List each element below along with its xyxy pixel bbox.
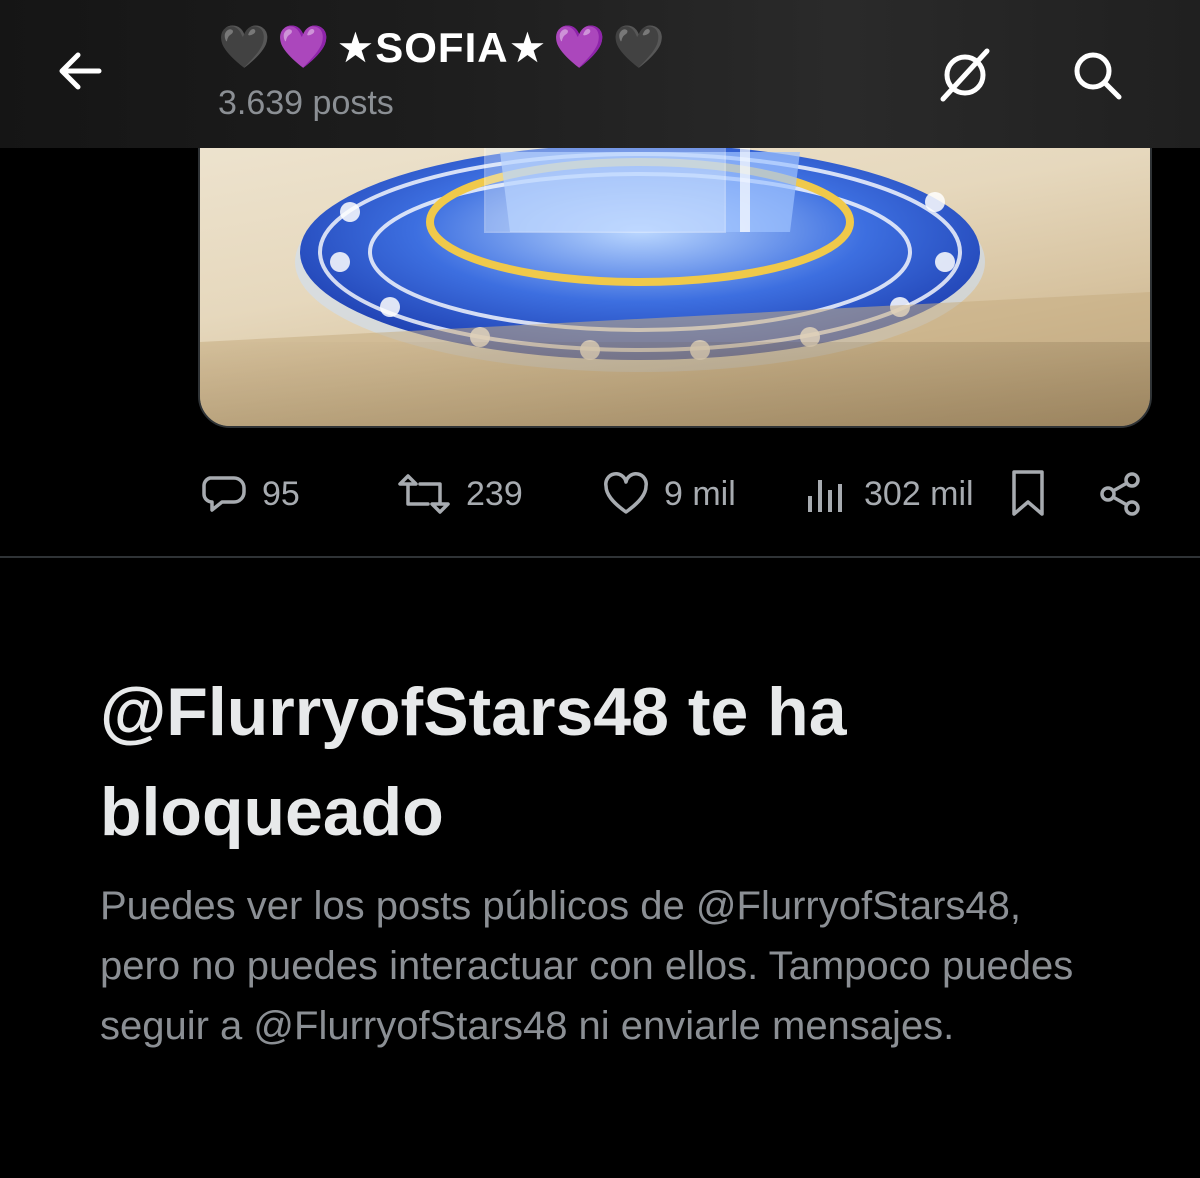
grok-icon [940,48,990,102]
reply-count: 95 [262,474,300,513]
black-heart-icon: 🖤 [218,22,272,71]
arrow-left-icon [59,52,102,90]
profile-name: 🖤 💜 ★SOFIA★ 💜 🖤 [218,18,666,76]
back-button[interactable] [48,40,110,102]
blocked-description: Puedes ver los posts públicos de @Flurry… [100,884,1074,1048]
table-shadow [200,342,1150,426]
bookmark-icon [1012,470,1044,516]
reply-icon [202,476,246,512]
divider [0,556,1200,558]
heart-icon [604,472,648,514]
black-heart-icon: 🖤 [612,22,666,71]
search-button[interactable] [1062,40,1132,110]
views-icon [808,480,842,512]
hyacinth-icon: 💜 [277,22,331,71]
view-count: 302 mil [864,474,974,513]
blocked-title: @FlurryofStars48 te ha bloqueado [100,674,847,850]
like-button[interactable]: 9 mil [602,462,736,526]
views-button[interactable]: 302 mil [804,462,974,526]
reply-button[interactable]: 95 [200,462,300,526]
bookmark-button[interactable] [1006,462,1050,526]
top-app-bar: 🖤 💜 ★SOFIA★ 💜 🖤 3.639 posts [0,0,1200,148]
profile-name-text: ★SOFIA★ [336,23,548,71]
post-action-bar: 95 239 9 mil 302 mil [0,462,1200,526]
like-count: 9 mil [664,474,736,513]
post-count: 3.639 posts [218,84,394,122]
repost-count: 239 [466,474,523,513]
share-button[interactable] [1096,462,1144,526]
repost-icon [398,474,450,514]
share-icon [1100,472,1140,516]
search-icon [1074,52,1122,100]
page: 🖤 💜 ★SOFIA★ 💜 🖤 3.639 posts 95 239 9 mil… [0,0,1200,1178]
hyacinth-icon: 💜 [553,22,607,71]
grok-button[interactable] [930,40,1000,110]
repost-button[interactable]: 239 [396,462,523,526]
